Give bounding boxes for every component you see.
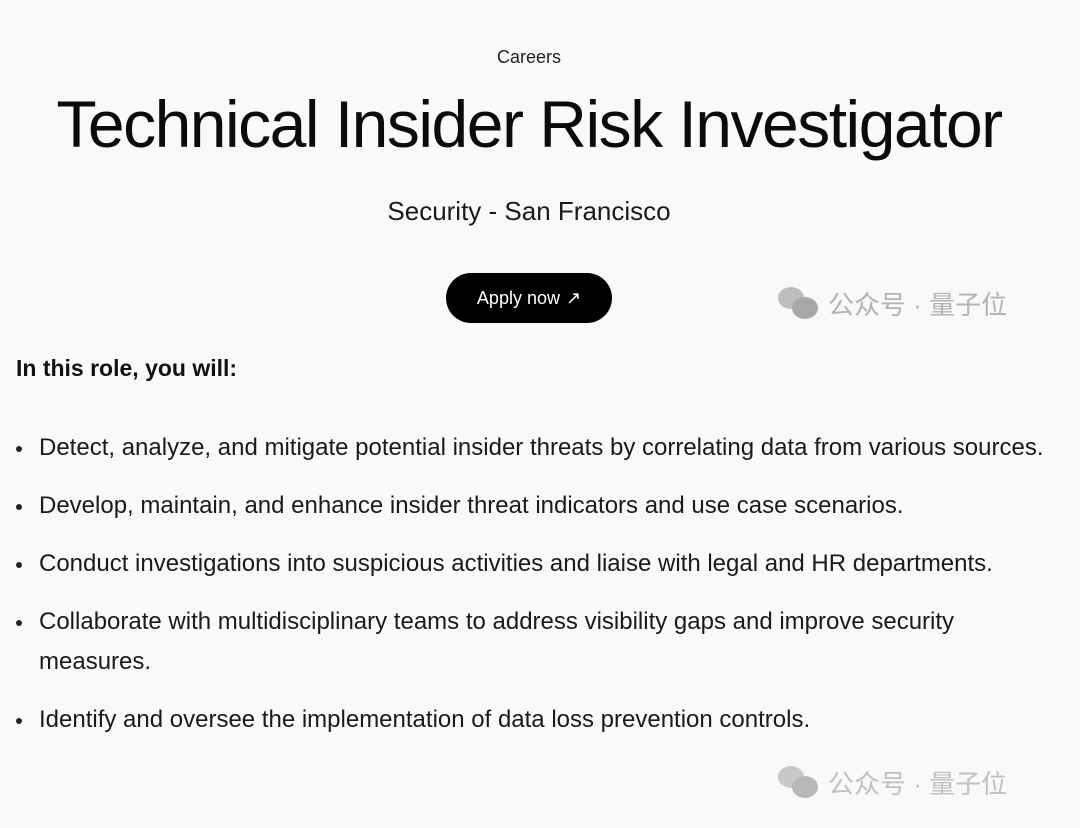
- responsibilities-list: Detect, analyze, and mitigate potential …: [0, 428, 1069, 758]
- wechat-icon: [778, 765, 820, 800]
- apply-now-label: Apply now: [476, 287, 560, 308]
- watermark-text: 公众号 · 量子位: [828, 290, 1008, 320]
- list-item: Collaborate with multidisciplinary teams…: [16, 602, 1069, 682]
- page-title: Technical Insider Risk Investigator: [56, 87, 1003, 161]
- wechat-icon: [778, 286, 820, 321]
- list-item: Identify and oversee the implementation …: [16, 700, 1069, 740]
- arrow-up-right-icon: ↗: [565, 287, 582, 308]
- watermark-text: 公众号 · 量子位: [828, 769, 1008, 799]
- list-item: Detect, analyze, and mitigate potential …: [16, 428, 1069, 468]
- watermark-bottom: 公众号 · 量子位: [778, 764, 1007, 801]
- job-team-location: Security - San Francisco: [387, 196, 671, 226]
- watermark: 公众号 · 量子位: [778, 285, 1007, 322]
- list-item: Develop, maintain, and enhance insider t…: [16, 486, 1069, 526]
- list-item: Conduct investigations into suspicious a…: [16, 544, 1069, 584]
- section-heading: In this role, you will:: [16, 355, 238, 381]
- apply-now-button[interactable]: Apply now ↗: [446, 273, 612, 323]
- breadcrumb-careers[interactable]: Careers: [0, 47, 1058, 68]
